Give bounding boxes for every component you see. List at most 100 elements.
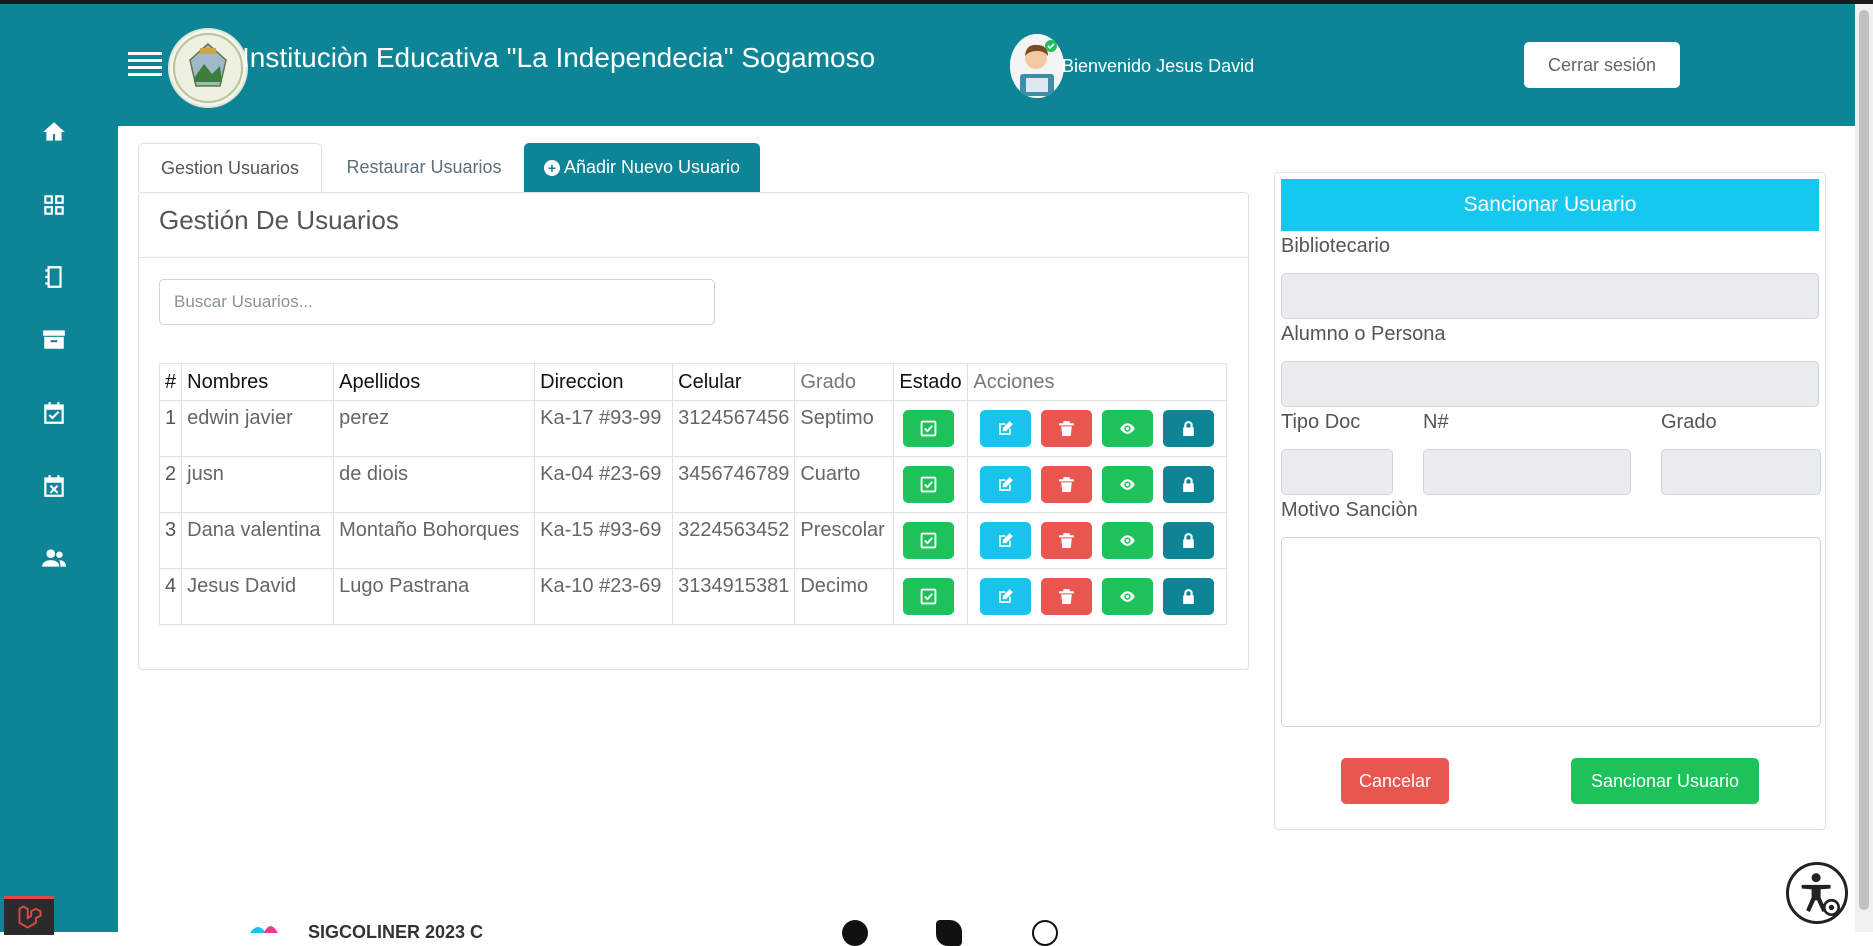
view-button[interactable] [1102,410,1154,447]
col-grado: Grado [794,363,895,401]
view-button[interactable] [1102,522,1154,559]
search-input[interactable] [159,279,715,325]
scrollbar-thumb[interactable] [1859,10,1869,910]
users-icon[interactable] [38,542,70,574]
globe-icon[interactable] [1032,920,1058,946]
facebook-icon[interactable] [842,920,868,946]
col-celular: Celular [672,363,796,401]
cell-celular: 3456746789 [672,456,796,513]
twitter-icon[interactable] [936,920,962,946]
row-number: 4 [158,568,183,625]
grado-label: Grado [1661,411,1717,433]
cell-apellidos: de diois [333,456,536,513]
motivo-label: Motivo Sanciòn [1281,499,1418,521]
cancel-button[interactable]: Cancelar [1341,758,1449,804]
cell-acciones [967,568,1228,625]
col-direccion: Direccion [534,363,674,401]
motivo-textarea[interactable] [1281,537,1821,727]
table-row: 2 jusn de diois Ka-04 #23-69 3456746789 Cuart… [158,456,1228,513]
sanction-title: Sancionar Usuario [1281,179,1819,231]
status-check-button[interactable] [903,522,955,559]
archive-icon[interactable] [38,323,70,355]
cell-apellidos: perez [333,400,536,457]
edit-button[interactable] [980,466,1032,503]
lock-button[interactable] [1163,410,1215,447]
edit-button[interactable] [980,578,1032,615]
lock-button[interactable] [1163,522,1215,559]
calendar-x-icon[interactable] [38,470,70,502]
edit-button[interactable] [980,410,1032,447]
notebook-icon[interactable] [38,261,70,293]
view-button[interactable] [1102,578,1154,615]
tab-restaurar-usuarios[interactable]: Restaurar Usuarios [326,143,522,192]
grid-icon[interactable] [38,189,70,221]
cell-estado [893,400,969,457]
col-estado: Estado [893,363,969,401]
numero-field[interactable] [1423,449,1631,495]
accessibility-icon[interactable] [1786,862,1848,924]
cell-celular: 3134915381 [672,568,796,625]
cell-direccion: Ka-17 #93-99 [534,400,674,457]
table-row: 3 Dana valentina Montaño Bohorques Ka-15 #9… [158,512,1228,569]
bibliotecario-label: Bibliotecario [1281,235,1390,257]
cell-celular: 3124567456 [672,400,796,457]
row-number: 1 [158,400,183,457]
logout-button[interactable]: Cerrar sesión [1524,42,1680,88]
row-number: 3 [158,512,183,569]
calendar-check-icon[interactable] [38,397,70,429]
table-row: 1 edwin javier perez Ka-17 #93-99 3124567456… [158,400,1228,457]
lock-button[interactable] [1163,466,1215,503]
alumno-label: Alumno o Persona [1281,323,1446,345]
tab-add-user[interactable]: + Añadir Nuevo Usuario [524,143,760,192]
cell-estado [893,512,969,569]
sanction-submit-button[interactable]: Sancionar Usuario [1571,758,1759,804]
menu-toggle-icon[interactable] [128,48,162,78]
alumno-field[interactable] [1281,361,1819,407]
sanction-panel: Sancionar Usuario Bibliotecario Alumno o… [1274,172,1826,830]
lock-button[interactable] [1163,578,1215,615]
grado-field[interactable] [1661,449,1821,495]
bibliotecario-field[interactable] [1281,273,1819,319]
cell-direccion: Ka-04 #23-69 [534,456,674,513]
cell-grado: Decimo [794,568,895,625]
welcome-text: Bienvenido Jesus David [1062,56,1255,76]
footer-logo-icon [248,918,288,933]
cell-estado [893,568,969,625]
home-icon[interactable] [38,116,70,148]
edit-button[interactable] [980,522,1032,559]
status-check-button[interactable] [903,578,955,615]
cell-grado: Cuarto [794,456,895,513]
status-check-button[interactable] [903,410,955,447]
cell-acciones [967,400,1228,457]
view-button[interactable] [1102,466,1154,503]
footer-text: SIGCOLINER 2023 C [308,922,484,942]
cell-apellidos: Montaño Bohorques [333,512,536,569]
delete-button[interactable] [1041,410,1093,447]
cell-acciones [967,456,1228,513]
tipo-doc-field[interactable] [1281,449,1393,495]
row-number: 2 [158,456,183,513]
col-acciones: Acciones [967,363,1228,401]
top-header: Instituciòn Educativa "La Independecia" … [118,4,1855,126]
cell-apellidos: Lugo Pastrana [333,568,536,625]
add-user-label: Añadir Nuevo Usuario [563,157,741,177]
status-check-button[interactable] [903,466,955,503]
users-card: Gestión De Usuarios # Nombres Apellidos … [138,192,1249,670]
delete-button[interactable] [1041,522,1093,559]
numero-label: N# [1423,411,1449,433]
col-nombres: Nombres [181,363,335,401]
cell-nombres: jusn [181,456,335,513]
cell-nombres: edwin javier [181,400,335,457]
page-scrollbar[interactable] [1855,4,1873,932]
delete-button[interactable] [1041,578,1093,615]
tab-gestion-usuarios[interactable]: Gestion Usuarios [138,143,322,192]
cell-nombres: Jesus David [181,568,335,625]
col-number: # [158,363,183,401]
cell-celular: 3224563452 [672,512,796,569]
sidebar [0,4,118,932]
users-table: # Nombres Apellidos Direccion Celular Gr… [158,363,1228,625]
table-row: 4 Jesus David Lugo Pastrana Ka-10 #23-69 313… [158,568,1228,625]
school-logo [168,28,248,108]
delete-button[interactable] [1041,466,1093,503]
tipo-doc-label: Tipo Doc [1281,411,1361,433]
